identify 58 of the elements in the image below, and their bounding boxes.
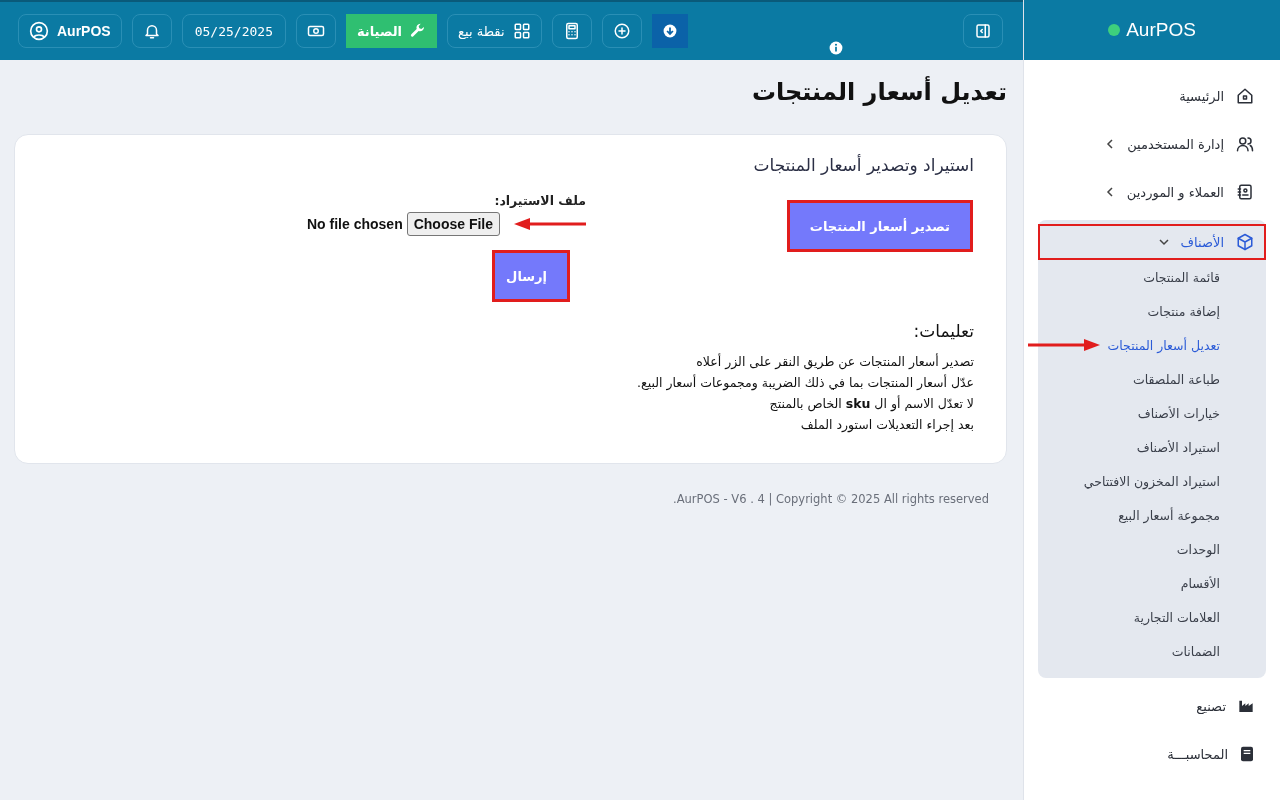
instruction-text: بعد إجراء التعديلات استورد الملف	[799, 416, 974, 435]
submenu-item[interactable]: خيارات الأصناف	[1137, 405, 1220, 421]
wrench-icon	[410, 23, 427, 39]
card-title: استيراد وتصدير أسعار المنتجات	[752, 155, 974, 175]
cash-button[interactable]	[295, 14, 336, 48]
box-icon	[1236, 233, 1254, 251]
chevron-left-icon	[1105, 139, 1116, 149]
download-icon	[662, 24, 677, 38]
pos-button[interactable]: نقطة بيع	[447, 14, 542, 48]
user-circle-icon	[29, 21, 49, 41]
page-title: تعديل أسعار المنتجات	[750, 78, 1007, 106]
sidebar-toggle-icon	[974, 22, 992, 40]
chevron-down-icon	[1158, 237, 1169, 247]
sidebar-item[interactable]: الرئيسية	[1038, 72, 1266, 120]
contact-book-icon	[1236, 183, 1254, 201]
users-icon	[1236, 135, 1254, 153]
sidebar-toggle-button[interactable]	[963, 14, 1003, 48]
submenu-item[interactable]: الضمانات	[1171, 643, 1220, 659]
choose-file-button[interactable]: Choose File	[406, 212, 501, 236]
sidebar-item[interactable]: الأصناف	[1038, 224, 1266, 260]
submenu-item[interactable]: طباعة الملصقات	[1132, 371, 1220, 387]
sidebar-item[interactable]: العملاء و الموردين	[1038, 168, 1266, 216]
brand-name: AurPOS	[1126, 19, 1196, 41]
submenu-item[interactable]: استيراد الأصناف	[1136, 439, 1220, 455]
submenu-item[interactable]: العلامات التجارية	[1133, 609, 1220, 625]
book-icon	[1240, 746, 1254, 762]
date-button[interactable]: 05/25/2025	[181, 14, 286, 48]
calculator-button[interactable]	[551, 14, 592, 48]
home-icon	[1236, 87, 1254, 105]
instructions-title: تعليمات:	[912, 321, 974, 341]
plus-circle-icon	[612, 22, 631, 40]
instruction-text: عدّل أسعار المنتجات بما في ذلك الضريبة ومجموعات أسعار البيع.	[636, 373, 974, 393]
submenu-item[interactable]: الوحدات	[1176, 541, 1220, 557]
submenu-item[interactable]: الأقسام	[1180, 575, 1220, 591]
grid-icon	[512, 22, 531, 40]
chevron-left-icon	[1104, 187, 1115, 197]
sidebar-item[interactable]: المحاسبـــة	[1038, 730, 1266, 778]
status-dot	[1108, 24, 1121, 36]
submenu-item[interactable]: قائمة المنتجات	[1143, 269, 1220, 285]
factory-icon	[1238, 698, 1254, 714]
file-status: No file chosen	[307, 216, 403, 232]
info-icon	[829, 41, 843, 55]
download-button[interactable]	[651, 14, 688, 48]
user-menu-button[interactable]: AurPOS	[18, 14, 122, 48]
instruction-text: تصدير أسعار المنتجات عن طريق النقر على الزر أعلاه	[695, 352, 974, 372]
sidebar-item[interactable]: تصنيع	[1038, 682, 1266, 730]
submit-button[interactable]: إرسال	[495, 253, 567, 299]
notifications-button[interactable]	[131, 14, 172, 48]
submenu-item[interactable]: إضافة منتجات	[1147, 303, 1220, 319]
submenu-item[interactable]: استيراد المخزون الافتتاحي	[1083, 473, 1220, 489]
add-button[interactable]	[601, 14, 642, 48]
sidebar-item[interactable]: إدارة المستخدمين	[1038, 120, 1266, 168]
bell-icon	[142, 22, 161, 40]
submenu-item[interactable]: تعديل أسعار المنتجات	[1107, 337, 1220, 353]
field-label: ملف الاستيراد:	[494, 193, 587, 208]
submenu-item[interactable]: مجموعة أسعار البيع	[1118, 507, 1220, 523]
footer-text: AurPOS - V6 . 4 | Copyright © 2025 All rights reserved.	[672, 491, 990, 506]
export-button[interactable]: تصدير أسعار المنتجات	[789, 203, 970, 249]
